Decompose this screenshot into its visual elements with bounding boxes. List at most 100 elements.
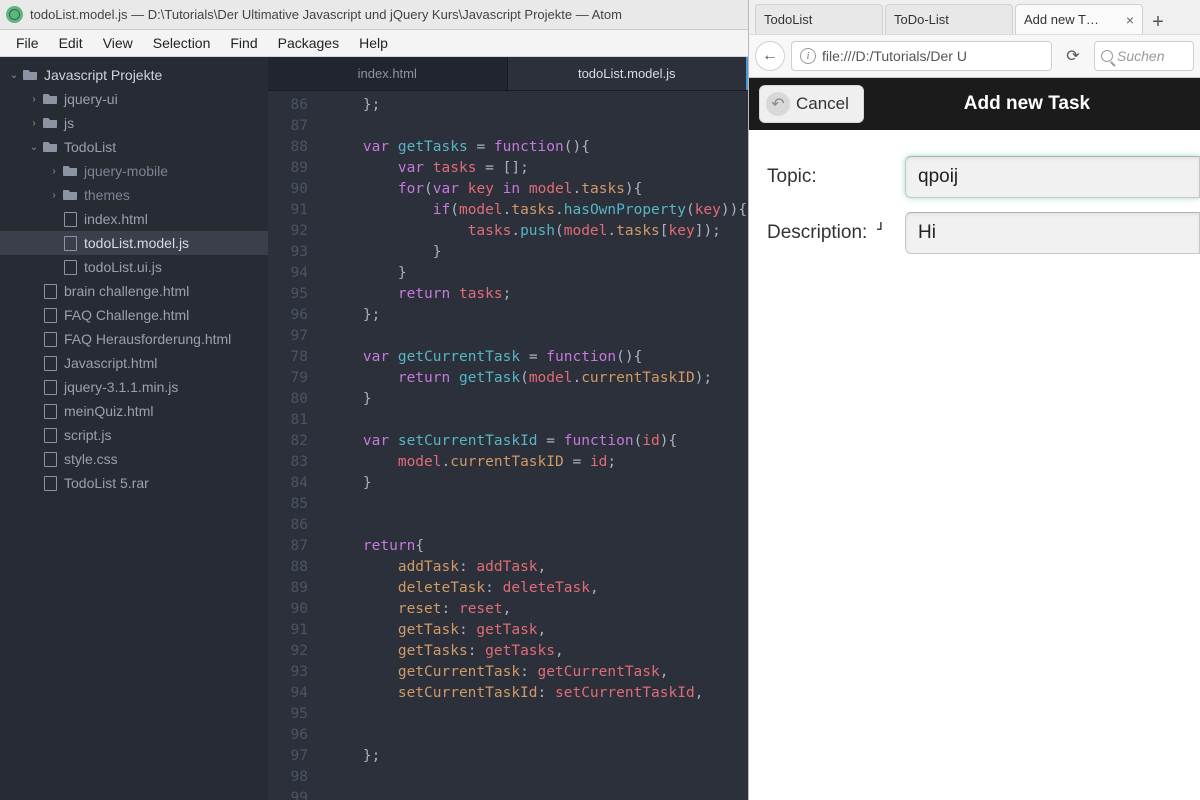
folder-icon [62,163,78,179]
menu-help[interactable]: Help [349,32,398,54]
editor-tab[interactable]: todoList.model.js [508,57,749,90]
tree-item[interactable]: › jquery-mobile [0,159,268,183]
project-tree[interactable]: ⌄ Javascript Projekte ›jquery-ui›js⌄Todo… [0,57,268,800]
tree-item[interactable]: style.css [0,447,268,471]
tree-item-label: index.html [84,211,148,227]
description-input[interactable] [905,212,1200,254]
close-icon[interactable]: × [1120,12,1134,28]
file-icon [42,331,58,347]
tree-item-label: TodoList [64,139,116,155]
menu-file[interactable]: File [6,32,49,54]
file-icon [42,403,58,419]
url-bar[interactable]: i file:///D:/Tutorials/Der U [791,41,1052,71]
folder-icon [42,139,58,155]
description-label: Description: [767,222,905,244]
editor-pane: index.htmltodoList.model.js 86 87 88 89 … [268,57,748,800]
tree-item[interactable]: ⌄ TodoList [0,135,268,159]
tab-label: Add new T… [1024,12,1099,27]
tree-item-label: FAQ Challenge.html [64,307,189,323]
tree-item-label: Javascript.html [64,355,157,371]
code-editor[interactable]: 86 87 88 89 90 91 92 93 94 95 96 97 78 7… [268,91,748,800]
page-content: ↶ Cancel Add new Task Topic: Description… [749,78,1200,800]
browser-tab[interactable]: TodoList [755,4,883,34]
tree-root[interactable]: ⌄ Javascript Projekte [0,63,268,87]
file-icon [62,235,78,251]
file-icon [42,427,58,443]
tree-item[interactable]: ›themes [0,183,268,207]
cancel-button[interactable]: ↶ Cancel [759,85,864,123]
menu-selection[interactable]: Selection [143,32,221,54]
new-tab-button[interactable]: + [1145,11,1171,34]
atom-logo-icon [6,6,23,23]
editor-tab[interactable]: index.html [268,57,508,90]
url-text: file:///D:/Tutorials/Der U [822,48,967,64]
tree-item[interactable]: brain challenge.html [0,279,268,303]
back-button[interactable]: ← [755,41,785,71]
atom-window: todoList.model.js — D:\Tutorials\Der Ult… [0,0,748,800]
tree-item[interactable]: index.html [0,207,268,231]
cursor-icon [867,222,876,244]
browser-tabstrip[interactable]: TodoList ToDo-List Add new T… × + [749,0,1200,34]
tree-item[interactable]: TodoList 5.rar [0,471,268,495]
search-box[interactable]: Suchen [1094,41,1194,71]
tree-item-label: style.css [64,451,118,467]
reload-icon: ⟳ [1066,46,1079,66]
tree-item-label: TodoList 5.rar [64,475,149,491]
folder-icon [42,91,58,107]
chevron-down-icon: ⌄ [8,70,20,81]
browser-tab[interactable]: ToDo-List [885,4,1013,34]
tree-item[interactable]: FAQ Herausforderung.html [0,327,268,351]
cancel-label: Cancel [796,94,849,114]
topic-input[interactable] [905,156,1200,198]
tree-item[interactable]: script.js [0,423,268,447]
info-icon[interactable]: i [800,48,816,64]
search-placeholder: Suchen [1117,48,1164,64]
tree-item[interactable]: jquery-3.1.1.min.js [0,375,268,399]
gutter: 86 87 88 89 90 91 92 93 94 95 96 97 78 7… [268,91,318,800]
folder-icon [62,187,78,203]
menu-edit[interactable]: Edit [49,32,93,54]
tree-item[interactable]: todoList.ui.js [0,255,268,279]
tree-item[interactable]: todoList.model.js [0,231,268,255]
tree-item[interactable]: meinQuiz.html [0,399,268,423]
page-header: ↶ Cancel Add new Task [749,78,1200,130]
browser-toolbar: ← i file:///D:/Tutorials/Der U ⟳ Suchen [749,34,1200,78]
file-icon [42,451,58,467]
folder-icon [22,67,38,83]
file-icon [42,283,58,299]
tree-item-label: jquery-mobile [84,163,168,179]
browser-tab[interactable]: Add new T… × [1015,4,1143,34]
atom-menubar[interactable]: FileEditViewSelectionFindPackagesHelp [0,30,748,57]
tree-item[interactable]: Javascript.html [0,351,268,375]
tree-item-label: themes [84,187,130,203]
reload-button[interactable]: ⟳ [1058,41,1088,71]
file-icon [42,355,58,371]
tab-label: ToDo-List [894,12,949,27]
atom-titlebar: todoList.model.js — D:\Tutorials\Der Ult… [0,0,748,30]
file-icon [42,307,58,323]
tree-item[interactable]: ›jquery-ui [0,87,268,111]
editor-tabs[interactable]: index.htmltodoList.model.js [268,57,748,91]
tree-item-label: brain challenge.html [64,283,189,299]
task-form: Topic: Description: [749,130,1200,254]
tree-item-label: js [64,115,74,131]
code-body[interactable]: }; var getTasks = function(){ var tasks … [318,91,748,800]
menu-view[interactable]: View [93,32,143,54]
tree-item[interactable]: FAQ Challenge.html [0,303,268,327]
chevron-icon: ⌄ [28,142,40,153]
search-icon [1101,50,1113,62]
chevron-icon: › [48,166,60,177]
tree-root-label: Javascript Projekte [44,67,162,83]
tree-item[interactable]: ›js [0,111,268,135]
menu-packages[interactable]: Packages [268,32,349,54]
file-icon [62,211,78,227]
atom-title: todoList.model.js — D:\Tutorials\Der Ult… [30,7,622,22]
tree-item-label: jquery-3.1.1.min.js [64,379,178,395]
firefox-window: TodoList ToDo-List Add new T… × + ← i file:/… [748,0,1200,800]
menu-find[interactable]: Find [220,32,267,54]
tree-item-label: todoList.ui.js [84,259,162,275]
tree-item-label: meinQuiz.html [64,403,153,419]
back-circle-icon: ↶ [766,92,790,116]
arrow-left-icon: ← [762,47,778,65]
page-title: Add new Task [864,93,1190,115]
